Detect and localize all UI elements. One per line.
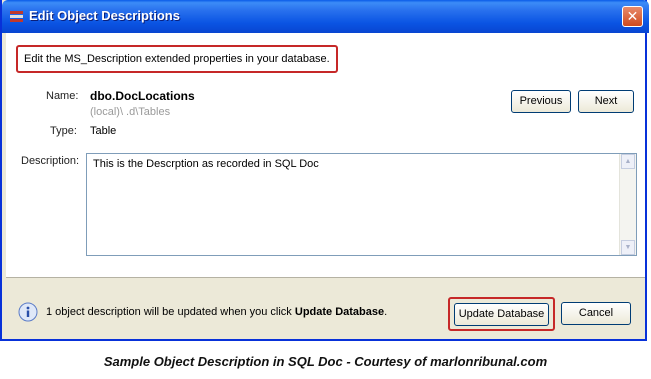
description-label: Description:	[21, 155, 80, 167]
cancel-button[interactable]: Cancel	[561, 302, 631, 325]
close-icon: ✕	[626, 8, 639, 24]
footer-separator	[6, 277, 645, 278]
close-button[interactable]: ✕	[622, 6, 643, 27]
scroll-down-icon[interactable]: ▼	[621, 240, 635, 255]
footer-message-suffix: .	[384, 306, 388, 318]
previous-button[interactable]: Previous	[511, 90, 571, 113]
previous-button-label: Previous	[519, 95, 563, 107]
title-bar[interactable]: Edit Object Descriptions ✕	[2, 0, 649, 33]
footer-message-prefix: 1 object description will be updated whe…	[46, 306, 292, 318]
database-icon	[10, 11, 23, 22]
next-button[interactable]: Next	[578, 90, 634, 113]
description-text: This is the Descrption as recorded in SQ…	[93, 158, 319, 170]
footer-message-bold: Update Database	[294, 306, 385, 318]
description-textarea[interactable]: This is the Descrption as recorded in SQ…	[86, 153, 637, 256]
footer-message: 1 object description will be updated whe…	[46, 306, 387, 318]
info-text: Edit the MS_Description extended propert…	[24, 53, 330, 65]
type-label: Type:	[50, 125, 77, 137]
info-icon	[18, 302, 38, 322]
scroll-up-icon[interactable]: ▲	[621, 154, 635, 169]
window-title: Edit Object Descriptions	[29, 8, 180, 23]
cancel-button-label: Cancel	[578, 307, 614, 319]
name-value: dbo.DocLocations	[90, 89, 195, 103]
image-caption: Sample Object Description in SQL Doc - C…	[103, 354, 548, 369]
next-button-label: Next	[594, 95, 618, 107]
update-database-button[interactable]: Update Database	[454, 303, 549, 326]
name-label: Name:	[46, 90, 79, 102]
content-panel: Edit the MS_Description extended propert…	[6, 33, 645, 277]
info-banner: Edit the MS_Description extended propert…	[16, 45, 338, 73]
description-scrollbar[interactable]: ▲ ▼	[619, 154, 636, 255]
update-database-label: Update Database	[458, 308, 545, 320]
type-value: Table	[90, 125, 117, 137]
path-value: (local)\ .d\Tables	[90, 106, 171, 118]
dialog-window: Edit Object Descriptions ✕ Edit the MS_D…	[0, 0, 649, 341]
